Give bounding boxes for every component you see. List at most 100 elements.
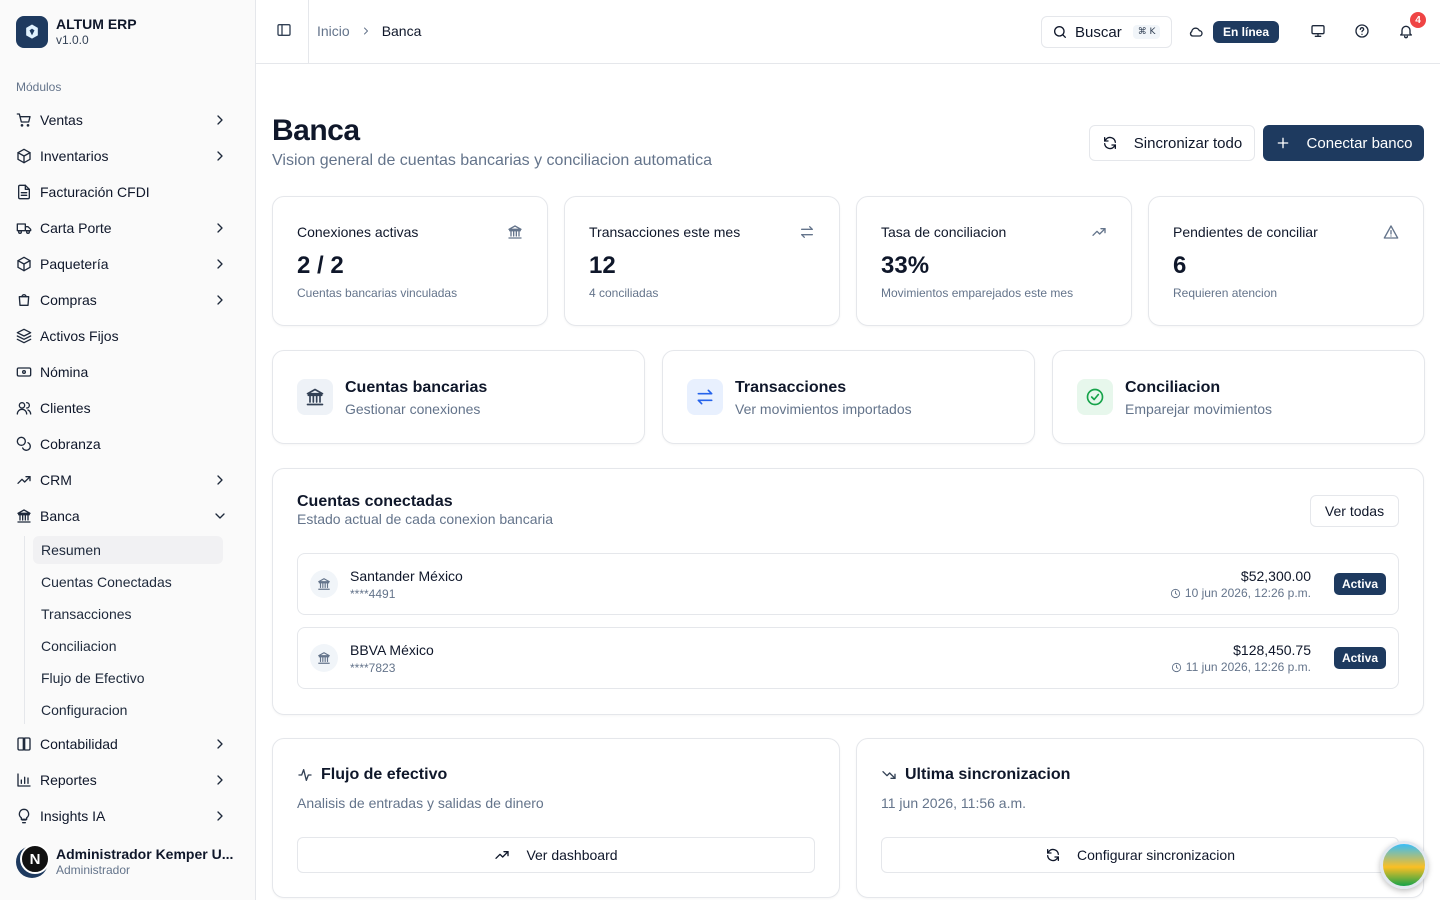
sidebar-item-crm[interactable]: CRM bbox=[8, 464, 248, 496]
app-version: v1.0.0 bbox=[56, 33, 89, 47]
sidebar-item-cobranza[interactable]: Cobranza bbox=[8, 428, 248, 460]
lightbulb-icon bbox=[16, 808, 40, 824]
sidebar-item-label: Facturación CFDI bbox=[40, 184, 150, 200]
help-icon[interactable] bbox=[1354, 23, 1370, 39]
sidebar-item-compras[interactable]: Compras bbox=[8, 284, 248, 316]
connect-bank-button[interactable]: Conectar banco bbox=[1263, 125, 1424, 161]
chevron-right-icon bbox=[212, 808, 236, 824]
stat-label: Tasa de conciliacion bbox=[881, 224, 1007, 240]
chevron-right-icon bbox=[212, 736, 236, 752]
sidebar-item-label: CRM bbox=[40, 472, 72, 488]
sidebar-item-banca[interactable]: Banca bbox=[8, 500, 248, 532]
account-number: ****4491 bbox=[350, 587, 396, 601]
submenu-item[interactable]: Cuentas Conectadas bbox=[33, 568, 223, 596]
search-button[interactable]: Buscar ⌘ K bbox=[1041, 16, 1172, 48]
submenu-item[interactable]: Transacciones bbox=[33, 600, 223, 628]
sidebar-item-ventas[interactable]: Ventas bbox=[8, 104, 248, 136]
sidebar-item-label: Activos Fijos bbox=[40, 328, 119, 344]
chevron-right-icon bbox=[212, 256, 236, 272]
stat-value: 2 / 2 bbox=[297, 252, 344, 279]
sidebar-item-insights-ia[interactable]: Insights IA bbox=[8, 800, 248, 832]
connect-bank-label: Conectar banco bbox=[1306, 134, 1413, 152]
search-icon bbox=[1054, 26, 1066, 38]
configure-sync-button[interactable]: Configurar sincronizacion bbox=[881, 837, 1399, 873]
sidebar-toggle-icon[interactable] bbox=[276, 22, 292, 38]
sidebar-item-label: Inventarios bbox=[40, 148, 109, 164]
sidebar-item-reportes[interactable]: Reportes bbox=[8, 764, 248, 796]
breadcrumb-home[interactable]: Inicio bbox=[317, 23, 350, 39]
quick-action-title: Transacciones bbox=[735, 379, 847, 396]
clock-icon bbox=[1170, 588, 1185, 599]
quick-action-card[interactable]: Cuentas bancarias Gestionar conexiones bbox=[272, 350, 645, 444]
quick-action-title: Conciliacion bbox=[1125, 379, 1221, 396]
topbar: Inicio Banca Buscar ⌘ K En línea 4 bbox=[256, 0, 1440, 64]
main-content: Banca Vision general de cuentas bancaria… bbox=[256, 64, 1440, 900]
submenu-item[interactable]: Configuracion bbox=[33, 696, 223, 724]
account-balance: $52,300.00 bbox=[1240, 568, 1311, 584]
chevron-down-icon bbox=[212, 508, 236, 524]
sync-all-button[interactable]: Sincronizar todo bbox=[1089, 125, 1255, 161]
app-logo bbox=[16, 16, 48, 48]
sidebar-item-contabilidad[interactable]: Contabilidad bbox=[8, 728, 248, 760]
account-row[interactable]: BBVA México ****7823 $128,450.75 11 jun 202… bbox=[297, 627, 1399, 689]
account-date-text: 11 jun 2026, 12:26 p.m. bbox=[1185, 660, 1311, 674]
trending-down-icon bbox=[882, 771, 896, 779]
cashflow-card: Flujo de efectivo Analisis de entradas y… bbox=[272, 738, 840, 898]
file-text-icon bbox=[16, 184, 40, 200]
refresh-icon bbox=[1047, 848, 1060, 862]
package-icon bbox=[16, 148, 40, 164]
arrows-exchange-icon bbox=[799, 224, 815, 240]
view-dashboard-label: Ver dashboard bbox=[526, 847, 618, 863]
status-badge: Activa bbox=[1333, 647, 1386, 669]
status-badge: Activa bbox=[1333, 573, 1386, 595]
shopping-bag-icon bbox=[16, 292, 40, 308]
assistant-fab[interactable] bbox=[1380, 841, 1428, 889]
stat-card: Transacciones este mes 12 4 conciliadas bbox=[564, 196, 840, 326]
quick-action-card[interactable]: Transacciones Ver movimientos importados bbox=[662, 350, 1035, 444]
layers-icon bbox=[16, 328, 40, 344]
sidebar-nav: Ventas Inventarios Facturación CFDI Carta P… bbox=[8, 104, 248, 836]
sidebar-item-label: Cobranza bbox=[40, 436, 101, 452]
account-name: BBVA México bbox=[350, 642, 434, 658]
view-dashboard-button[interactable]: Ver dashboard bbox=[297, 837, 815, 873]
sidebar-item-activos-fijos[interactable]: Activos Fijos bbox=[8, 320, 248, 352]
stat-value: 6 bbox=[1173, 252, 1187, 279]
sidebar-item-clientes[interactable]: Clientes bbox=[8, 392, 248, 424]
search-shortcut: ⌘ K bbox=[1132, 25, 1161, 39]
submenu-item[interactable]: Flujo de Efectivo bbox=[33, 664, 223, 692]
account-number: ****7823 bbox=[350, 661, 396, 675]
stat-note: 4 conciliadas bbox=[589, 286, 659, 300]
sidebar-item-nómina[interactable]: Nómina bbox=[8, 356, 248, 388]
quick-action-subtitle: Ver movimientos importados bbox=[735, 401, 912, 417]
quick-action-title: Cuentas bancarias bbox=[345, 379, 488, 396]
avatar: N bbox=[16, 844, 50, 878]
quick-action-card[interactable]: Conciliacion Emparejar movimientos bbox=[1052, 350, 1425, 444]
coins-icon bbox=[16, 436, 40, 452]
activity-icon bbox=[298, 769, 312, 781]
refresh-icon bbox=[1103, 136, 1116, 150]
account-row[interactable]: Santander México ****4491 $52,300.00 10 jun… bbox=[297, 553, 1399, 615]
sidebar: ALTUM ERP v1.0.0 Módulos Ventas Inventari… bbox=[0, 0, 256, 900]
account-balance: $128,450.75 bbox=[1233, 642, 1311, 658]
sidebar-item-paquetería[interactable]: Paquetería bbox=[8, 248, 248, 280]
breadcrumb: Inicio Banca bbox=[317, 23, 421, 39]
chevron-right-icon bbox=[212, 772, 236, 788]
sidebar-item-inventarios[interactable]: Inventarios bbox=[8, 140, 248, 172]
sidebar-item-facturación-cfdi[interactable]: Facturación CFDI bbox=[8, 176, 248, 208]
submenu-item[interactable]: Resumen bbox=[33, 536, 223, 564]
sidebar-item-label: Compras bbox=[40, 292, 97, 308]
last-sync-card: Ultima sincronizacion 11 jun 2026, 11:56… bbox=[856, 738, 1424, 898]
bank-icon bbox=[16, 508, 40, 524]
view-all-button[interactable]: Ver todas bbox=[1310, 495, 1399, 527]
stat-value: 33% bbox=[881, 252, 930, 279]
breadcrumb-current: Banca bbox=[381, 23, 422, 39]
avatar-initial: N bbox=[20, 844, 50, 874]
brand[interactable]: ALTUM ERP v1.0.0 bbox=[16, 16, 137, 48]
monitor-icon[interactable] bbox=[1310, 23, 1326, 39]
arrows-exchange-icon bbox=[687, 379, 723, 415]
submenu-item[interactable]: Conciliacion bbox=[33, 632, 223, 660]
user-menu[interactable]: N Administrador Kemper U... Administrado… bbox=[16, 844, 246, 878]
sidebar-item-carta-porte[interactable]: Carta Porte bbox=[8, 212, 248, 244]
cashflow-subtitle: Analisis de entradas y salidas de dinero bbox=[297, 795, 544, 811]
chevron-right-icon bbox=[360, 25, 372, 37]
